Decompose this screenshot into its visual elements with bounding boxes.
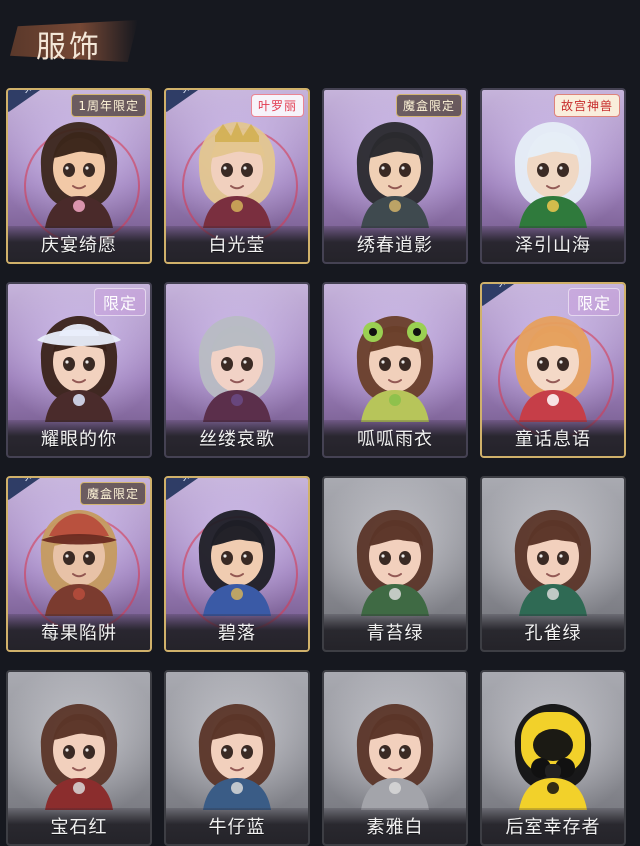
outfit-name: 莓果陷阱 xyxy=(41,623,117,644)
outfit-name-bar: 牛仔蓝 xyxy=(166,808,308,844)
horn-icon xyxy=(514,122,592,228)
bow-icon xyxy=(514,316,592,422)
outfit-card[interactable]: 故宫神兽泽引山海 xyxy=(480,88,626,264)
outfit-grid: 穿戴1周年限定庆宴绮愿穿戴叶罗丽白光莹魔盒限定绣春逍影故宫神兽泽引山海限定耀眼的… xyxy=(6,88,634,846)
outfit-card[interactable]: 孔雀绿 xyxy=(480,476,626,652)
outfit-card[interactable]: 后室幸存者 xyxy=(480,670,626,846)
outfit-card[interactable]: 魔盒限定绣春逍影 xyxy=(322,88,468,264)
outfit-name-bar: 绣春逍影 xyxy=(324,226,466,262)
outfit-card[interactable]: 青苔绿 xyxy=(322,476,468,652)
outfit-card[interactable]: 牛仔蓝 xyxy=(164,670,310,846)
braided-hair-icon xyxy=(198,510,276,616)
outfit-name-bar: 莓果陷阱 xyxy=(8,614,150,650)
outfit-name: 白光莹 xyxy=(208,235,266,256)
outfit-name: 绣春逍影 xyxy=(357,235,433,256)
witch-hat-icon xyxy=(40,510,118,616)
outfit-name: 碧落 xyxy=(218,623,256,644)
default-hair-icon xyxy=(198,704,276,810)
outfit-card[interactable]: 穿戴碧落 xyxy=(164,476,310,652)
outfit-name-bar: 泽引山海 xyxy=(482,226,624,262)
outfit-name-bar: 耀眼的你 xyxy=(8,420,150,456)
outfit-name-bar: 后室幸存者 xyxy=(482,808,624,844)
outfit-name-bar: 碧落 xyxy=(166,614,308,650)
cowboy-hat-icon xyxy=(37,316,121,422)
outfit-card[interactable]: 穿戴魔盒限定莓果陷阱 xyxy=(6,476,152,652)
outfit-name: 泽引山海 xyxy=(515,235,591,256)
limited-tag: 1周年限定 xyxy=(71,94,146,117)
default-hair-icon xyxy=(40,704,118,810)
outfit-name-bar: 素雅白 xyxy=(324,808,466,844)
outfit-name: 呱呱雨衣 xyxy=(357,429,433,450)
outfit-name-bar: 白光莹 xyxy=(166,226,308,262)
limited-tag: 限定 xyxy=(567,288,620,316)
limited-tag: 限定 xyxy=(93,288,146,316)
outfit-card[interactable]: 丝缕哀歌 xyxy=(164,282,310,458)
outfit-card[interactable]: 呱呱雨衣 xyxy=(322,282,468,458)
outfit-name-bar: 呱呱雨衣 xyxy=(324,420,466,456)
limited-tag: 故宫神兽 xyxy=(553,94,620,117)
outfit-name: 庆宴绮愿 xyxy=(41,235,117,256)
lace-headdress-icon xyxy=(198,316,276,422)
outfit-card[interactable]: 穿戴叶罗丽白光莹 xyxy=(164,88,310,264)
limited-tag: 魔盒限定 xyxy=(395,94,462,117)
frog-hood-icon xyxy=(356,316,434,422)
outfit-name-bar: 童话息语 xyxy=(482,420,624,456)
section-title: 服饰 xyxy=(36,30,102,65)
outfit-name-bar: 宝石红 xyxy=(8,808,150,844)
outfit-name-bar: 庆宴绮愿 xyxy=(8,226,150,262)
outfit-name: 宝石红 xyxy=(50,817,108,838)
outfit-name-bar: 孔雀绿 xyxy=(482,614,624,650)
headband-icon xyxy=(356,122,434,228)
default-hair-icon xyxy=(356,510,434,616)
outfit-name: 素雅白 xyxy=(366,817,424,838)
outfit-name-bar: 青苔绿 xyxy=(324,614,466,650)
outfit-name-bar: 丝缕哀歌 xyxy=(166,420,308,456)
outfit-name: 后室幸存者 xyxy=(505,817,601,838)
gas-mask-icon xyxy=(514,704,592,810)
outfit-name: 青苔绿 xyxy=(366,623,424,644)
default-hair-icon xyxy=(514,510,592,616)
outfit-name: 耀眼的你 xyxy=(41,429,117,450)
outfit-card[interactable]: 宝石红 xyxy=(6,670,152,846)
section-header: 服饰 xyxy=(10,18,150,65)
anniversary-hat-icon xyxy=(40,122,118,228)
limited-tag: 魔盒限定 xyxy=(79,482,146,505)
default-hair-icon xyxy=(356,704,434,810)
outfit-name: 丝缕哀歌 xyxy=(199,429,275,450)
outfit-card[interactable]: 穿戴1周年限定庆宴绮愿 xyxy=(6,88,152,264)
outfit-name: 童话息语 xyxy=(515,429,591,450)
outfit-name: 孔雀绿 xyxy=(524,623,582,644)
outfit-name: 牛仔蓝 xyxy=(208,817,266,838)
outfit-card[interactable]: 限定耀眼的你 xyxy=(6,282,152,458)
crown-icon xyxy=(198,122,276,228)
outfit-card[interactable]: 穿戴限定童话息语 xyxy=(480,282,626,458)
limited-tag: 叶罗丽 xyxy=(250,94,304,117)
outfit-card[interactable]: 素雅白 xyxy=(322,670,468,846)
